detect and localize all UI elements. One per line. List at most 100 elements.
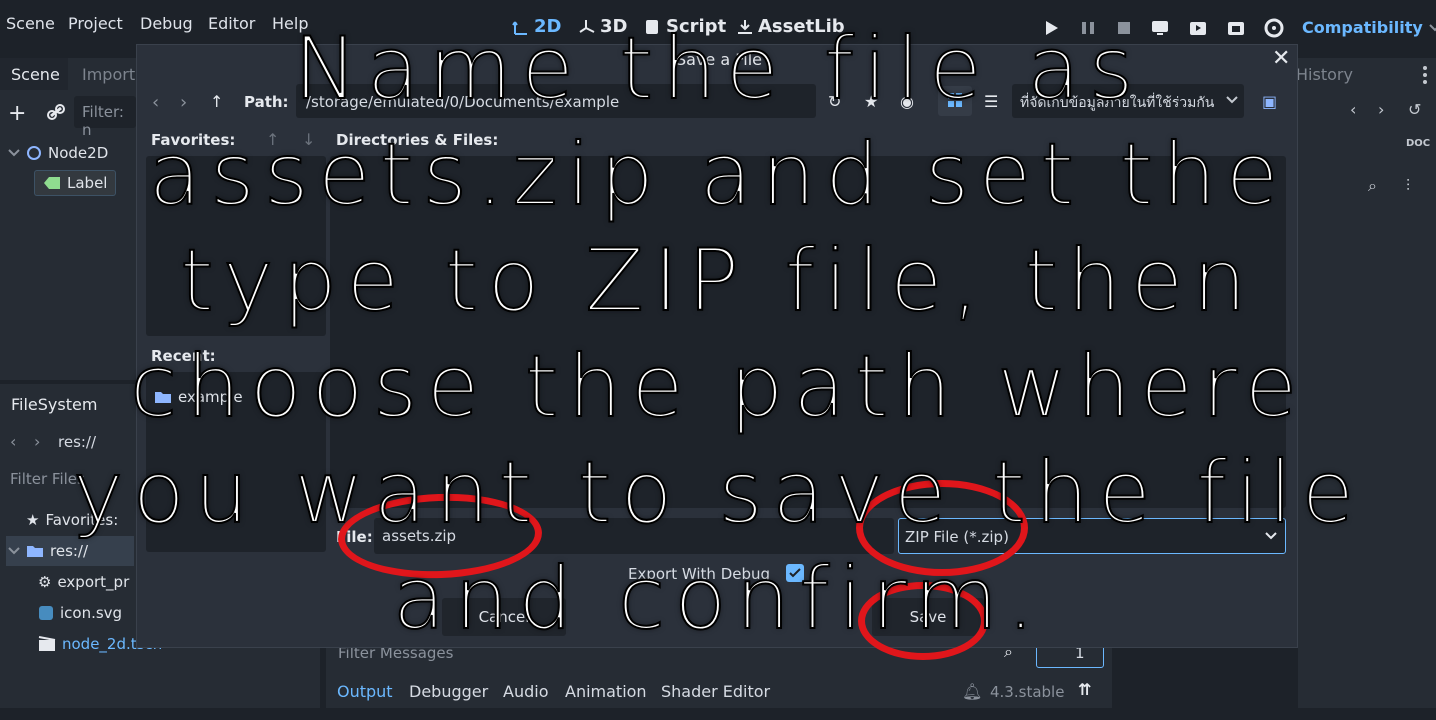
workspace-assetlib-label: AssetLib (758, 16, 845, 37)
recent-item-label: example (178, 388, 243, 406)
path-input[interactable]: /storage/emulated/0/Documents/example (296, 84, 816, 118)
tree-node-node2d[interactable]: Node2D (8, 144, 108, 162)
filesystem-path[interactable]: res:// (58, 433, 96, 451)
path-label: Path: (244, 93, 289, 111)
check-icon (788, 566, 802, 580)
stop-icon[interactable] (1112, 16, 1136, 40)
scene-filter-input[interactable]: Filter: n (74, 96, 136, 139)
scene-filter-placeholder: Filter: n (82, 103, 124, 139)
favorites-list[interactable] (146, 156, 326, 336)
fs-favorites-label: Favorites: (45, 511, 119, 529)
highlight-ring-file-type (856, 480, 1028, 576)
move-down-icon[interactable]: ↓ (302, 130, 315, 149)
svg-file-icon (38, 605, 54, 621)
dialog-back-icon[interactable]: ‹ (152, 92, 159, 113)
tab-output[interactable]: Output (337, 682, 393, 701)
dialog-title: Save a File (676, 50, 763, 69)
run-current-scene-icon[interactable] (1186, 16, 1210, 40)
history-forward-icon[interactable]: › (1378, 100, 1384, 119)
remote-debug-icon[interactable] (1148, 16, 1172, 40)
fs-item-export[interactable]: ⚙ export_pr (38, 573, 129, 591)
new-folder-icon[interactable]: ▣ (1262, 92, 1277, 111)
menu-editor[interactable]: Editor (208, 14, 255, 33)
fs-item-icon-label: icon.svg (60, 604, 123, 622)
workspace-2d-button[interactable]: 2D (512, 16, 561, 37)
tab-history[interactable]: History (1296, 65, 1353, 84)
grid-view-button[interactable] (938, 86, 972, 116)
show-hidden-eye-icon[interactable]: ◉ (900, 92, 914, 111)
list-view-icon[interactable]: ☰ (984, 92, 998, 111)
script-icon (644, 18, 662, 36)
run-custom-scene-icon[interactable] (1224, 16, 1248, 40)
chevron-down-icon (1265, 532, 1277, 540)
tab-animation[interactable]: Animation (565, 682, 647, 701)
workspace-script-label: Script (666, 16, 727, 37)
expand-panel-icon[interactable]: ⇈ (1078, 680, 1091, 699)
files-list[interactable] (330, 156, 1286, 508)
tree-node-label[interactable]: Label (34, 170, 117, 196)
forward-icon[interactable]: › (34, 432, 40, 451)
move-up-icon[interactable]: ↑ (266, 130, 279, 149)
star-icon: ★ (26, 511, 40, 529)
export-debug-label: Export With Debug (628, 565, 771, 583)
fs-item-export-label: export_pr (57, 573, 130, 591)
folder-icon (154, 390, 172, 404)
fs-favorites[interactable]: ★ Favorites: (26, 511, 118, 529)
doc-icon[interactable]: DOC (1406, 138, 1430, 149)
tab-import[interactable]: Import (82, 65, 135, 84)
cancel-button[interactable]: Cancel (442, 598, 566, 636)
tab-debugger[interactable]: Debugger (409, 682, 488, 701)
menu-debug[interactable]: Debug (140, 14, 193, 33)
filter-settings-icon[interactable]: ⫶ (1406, 176, 1410, 196)
gear-icon: ⚙ (38, 573, 52, 591)
favorite-star-icon[interactable]: ★ (864, 92, 878, 111)
chevron-down-icon (1226, 96, 1238, 104)
menu-project[interactable]: Project (68, 14, 123, 33)
2d-icon (512, 18, 530, 36)
label-node-label: Label (67, 174, 108, 192)
recent-item-example[interactable]: example (154, 388, 243, 406)
fs-item-icon[interactable]: icon.svg (38, 604, 122, 622)
recent-label: Recent: (151, 347, 216, 365)
dialog-forward-icon[interactable]: › (180, 92, 187, 113)
workspace-assetlib-button[interactable]: AssetLib (736, 16, 845, 37)
workspace-script-button[interactable]: Script (644, 16, 726, 37)
chevron-down-icon (8, 547, 20, 555)
scene-file-icon (38, 636, 56, 652)
movie-maker-icon[interactable] (1262, 16, 1286, 40)
version-label: 4.3.stable (990, 683, 1065, 701)
chevron-down-icon (8, 149, 20, 157)
link-icon[interactable] (46, 102, 66, 122)
fs-root[interactable]: res:// (6, 536, 134, 566)
go-up-icon[interactable]: ↑ (210, 92, 223, 111)
add-node-icon[interactable]: + (8, 101, 26, 126)
history-back-icon[interactable]: ‹ (1350, 100, 1356, 119)
workspace-3d-label: 3D (600, 16, 628, 37)
close-icon[interactable]: ✕ (1272, 46, 1290, 71)
menu-help[interactable]: Help (272, 14, 308, 33)
renderer-select[interactable]: Compatibility (1302, 18, 1436, 37)
notification-bell-icon[interactable]: 🔔︎ (962, 682, 982, 701)
tab-audio[interactable]: Audio (503, 682, 548, 701)
drive-select[interactable]: ที่จัดเก็บข้อมูลภายในที่ใช้ร่วมกัน (1012, 84, 1244, 118)
fs-root-label: res:// (50, 542, 89, 560)
tab-scene[interactable]: Scene (11, 65, 60, 84)
workspace-3d-button[interactable]: 3D (578, 16, 627, 37)
filesystem-title: FileSystem (11, 395, 98, 414)
search-icon[interactable]: ⌕ (1368, 176, 1377, 196)
history-icon[interactable]: ↺ (1408, 100, 1421, 119)
play-icon[interactable] (1040, 16, 1064, 40)
download-icon (736, 18, 754, 36)
directories-label: Directories & Files: (336, 131, 499, 149)
grid-icon (947, 92, 963, 108)
refresh-icon[interactable]: ↻ (828, 92, 841, 111)
node2d-icon (26, 145, 42, 161)
export-debug-checkbox[interactable] (786, 564, 804, 582)
folder-icon (26, 544, 44, 558)
tab-shader-editor[interactable]: Shader Editor (661, 682, 770, 701)
pause-icon[interactable] (1076, 16, 1100, 40)
menu-scene[interactable]: Scene (6, 14, 55, 33)
filesystem-filter-input[interactable]: Filter Files (10, 470, 85, 488)
back-icon[interactable]: ‹ (10, 432, 16, 451)
dock-menu-icon[interactable] (1422, 64, 1428, 86)
